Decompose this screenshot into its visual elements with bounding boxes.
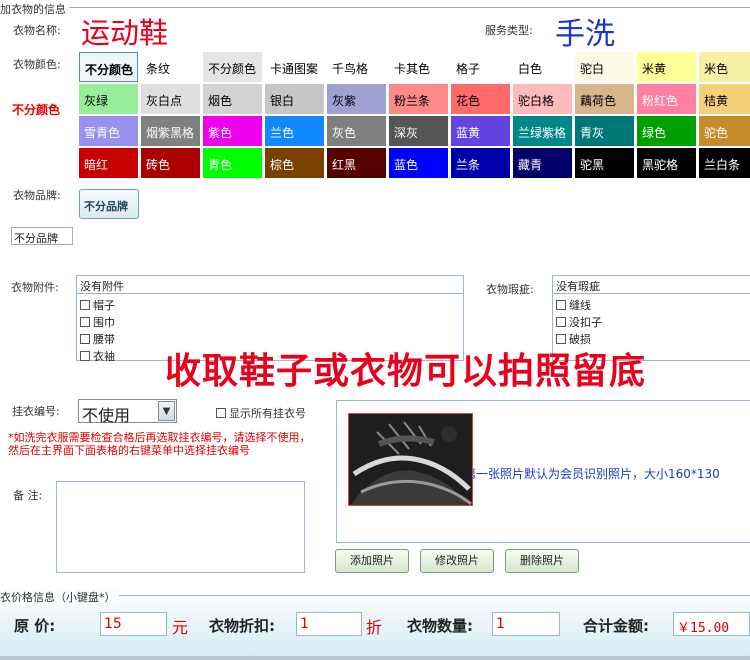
color-chip[interactable]: 灰白点 [141, 84, 200, 114]
garment-name-value[interactable]: 运动鞋 [81, 10, 168, 52]
show-all-hangers[interactable]: 显示所有挂衣号 [216, 405, 306, 421]
color-chip[interactable]: 白色 [513, 52, 572, 82]
color-chip[interactable]: 烟紫黑格 [141, 116, 200, 146]
color-chip[interactable]: 卡通图案 [265, 52, 324, 82]
price-section-title: 衣价格信息（小键盘*） [0, 589, 119, 605]
color-chip[interactable]: 粉红色 [637, 84, 696, 114]
section-border [0, 7, 750, 8]
color-chip[interactable]: 兰绿紫格 [513, 116, 572, 146]
selected-brand: 不分品牌 [11, 227, 73, 245]
remark-label: 备 注: [13, 489, 43, 502]
remark-textarea[interactable] [56, 481, 305, 573]
color-chip[interactable]: 暗红 [79, 148, 138, 178]
checkbox[interactable] [556, 299, 566, 310]
color-chip[interactable]: 银白 [265, 84, 324, 114]
color-chip[interactable]: 棕色 [265, 148, 324, 178]
delete-photo-button[interactable]: 删除照片 [505, 549, 579, 573]
accessory-item[interactable]: 帽子 [77, 296, 463, 313]
color-chip[interactable]: 驼白格 [513, 84, 572, 114]
checkbox[interactable] [80, 333, 90, 344]
color-chip[interactable]: 卡其色 [389, 52, 448, 82]
show-all-hangers-label: 显示所有挂衣号 [229, 407, 306, 420]
color-chip[interactable]: 驼色 [699, 116, 750, 146]
discount-unit: 折 [366, 618, 383, 637]
brand-button[interactable]: 不分品牌 [79, 189, 139, 219]
color-chip[interactable]: 驼白 [575, 52, 634, 82]
color-label: 衣物颜色: [13, 58, 61, 71]
color-chip[interactable]: 米色 [699, 52, 750, 82]
shoe-photo[interactable] [348, 413, 473, 506]
checkbox[interactable] [80, 350, 90, 361]
original-price-label: 原 价: [14, 617, 56, 635]
discount-input[interactable]: 1 [296, 612, 362, 636]
shoe-photo-image [349, 414, 472, 505]
section-title: 加衣物的信息 [0, 1, 69, 17]
color-chip[interactable]: 不分颜色 [203, 52, 262, 82]
defect-header: 没有瑕疵 [553, 276, 750, 294]
color-chip[interactable]: 条纹 [141, 52, 200, 82]
defect-label: 衣物瑕疵: [486, 283, 534, 296]
service-type-value[interactable]: 手洗 [555, 9, 615, 53]
color-chip[interactable]: 烟色 [203, 84, 262, 114]
color-chip[interactable]: 灰色 [327, 116, 386, 146]
overlay-caption: 收取鞋子或衣物可以拍照留底 [165, 351, 647, 392]
chevron-down-icon[interactable]: ▼ [158, 401, 175, 421]
checkbox[interactable] [556, 316, 566, 327]
checkbox[interactable] [80, 299, 90, 310]
color-chip[interactable]: 红黑 [327, 148, 386, 178]
edit-photo-button[interactable]: 修改照片 [420, 549, 494, 573]
color-chip[interactable]: 粉兰条 [389, 84, 448, 114]
color-chip[interactable]: 紫色 [203, 116, 262, 146]
color-chip[interactable]: 绿色 [637, 116, 696, 146]
color-chip[interactable]: 青色 [203, 148, 262, 178]
color-chip[interactable]: 花色 [451, 84, 510, 114]
add-photo-button[interactable]: 添加照片 [335, 549, 409, 573]
color-chip[interactable]: 兰色 [265, 116, 324, 146]
color-chip[interactable]: 驼黑 [575, 148, 634, 178]
color-chip[interactable]: 兰条 [451, 148, 510, 178]
brand-label: 衣物品牌: [13, 189, 61, 202]
bottom-strip [0, 656, 750, 660]
color-chip[interactable]: 青灰 [575, 116, 634, 146]
color-chip[interactable]: 雪青色 [79, 116, 138, 146]
checkbox[interactable] [80, 316, 90, 327]
color-chip[interactable]: 不分颜色 [79, 52, 138, 82]
original-price-unit: 元 [172, 618, 189, 637]
hanger-select-value: 不使用 [82, 406, 131, 425]
color-chip[interactable]: 砖色 [141, 148, 200, 178]
hanger-select[interactable]: 不使用 ▼ [78, 399, 177, 425]
selected-color-text: 不分颜色 [12, 103, 61, 117]
color-chip[interactable]: 藕荷色 [575, 84, 634, 114]
hanger-label: 挂衣编号: [12, 405, 60, 418]
accessory-item[interactable]: 围巾 [77, 313, 463, 330]
color-chip[interactable]: 蓝色 [389, 148, 448, 178]
color-chip[interactable]: 千鸟格 [327, 52, 386, 82]
discount-label: 衣物折扣: [209, 617, 275, 635]
accessory-label: 衣物附件: [11, 281, 59, 294]
color-chip[interactable]: 蓝黄 [451, 116, 510, 146]
color-chip[interactable]: 灰紫 [327, 84, 386, 114]
color-chip[interactable]: 灰绿 [79, 84, 138, 114]
color-chip[interactable]: 桔黄 [699, 84, 750, 114]
color-chip[interactable]: 米黄 [637, 52, 696, 82]
accessory-header: 没有附件 [77, 276, 463, 294]
quantity-input[interactable]: 1 [492, 612, 560, 636]
color-chip[interactable]: 兰白条 [699, 148, 750, 178]
hanger-note: *如洗完衣服需要检查合格后再选取挂衣编号，请选择不使用，然后在主界面下面表格的右… [8, 431, 311, 457]
original-price-input[interactable]: 15 [100, 612, 167, 636]
name-label: 衣物名称: [13, 24, 61, 37]
color-chip[interactable]: 格子 [451, 52, 510, 82]
defect-item[interactable]: 没扣子 [553, 313, 750, 330]
color-chip[interactable]: 深灰 [389, 116, 448, 146]
photo-note: 第一张照片默认为会员识别照片，大小160*130 [464, 467, 720, 481]
color-chip[interactable]: 黑驼格 [637, 148, 696, 178]
service-label: 服务类型: [485, 24, 533, 37]
total-label: 合计金额: [583, 617, 649, 635]
checkbox[interactable] [216, 408, 226, 418]
color-chip[interactable]: 藏青 [513, 148, 572, 178]
total-amount: ￥15.00 [673, 612, 750, 636]
quantity-label: 衣物数量: [407, 617, 473, 635]
defect-item[interactable]: 缝线 [553, 296, 750, 313]
